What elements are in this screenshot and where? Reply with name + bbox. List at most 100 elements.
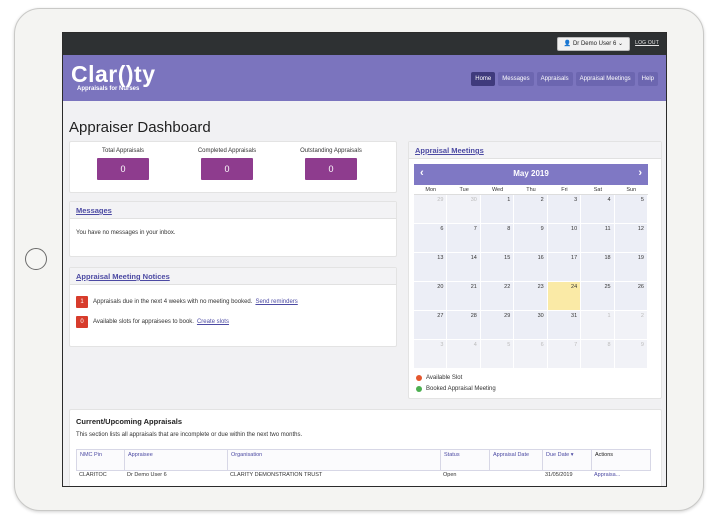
calendar-day-outside-month[interactable]: 30: [447, 195, 481, 224]
nav-messages[interactable]: Messages: [498, 72, 534, 86]
stat-value[interactable]: 0: [305, 158, 357, 180]
calendar-day[interactable]: 4: [581, 195, 615, 224]
calendar-day-outside-month[interactable]: 5: [480, 340, 515, 369]
column-status[interactable]: Status: [441, 450, 490, 470]
legend-label: Available Slot: [426, 375, 463, 381]
cell-actions-link[interactable]: Appraisa...: [591, 471, 649, 479]
stat-value[interactable]: 0: [201, 158, 253, 180]
calendar-header: ‹ May 2019 ›: [414, 164, 648, 185]
appraisals-table-header: NMC Pin Appraisee Organisation Status Ap…: [76, 449, 651, 471]
calendar-day[interactable]: 16: [514, 253, 548, 282]
panel-header: Messages: [70, 202, 396, 219]
calendar-day[interactable]: 12: [614, 224, 648, 253]
calendar-day[interactable]: 6: [414, 224, 448, 253]
app-header: Clar()ty Appraisals for Nurses Home Mess…: [63, 55, 666, 101]
nav-appraisals[interactable]: Appraisals: [536, 72, 573, 86]
weekday-header: Wed: [480, 185, 515, 195]
user-icon: 👤: [563, 41, 572, 47]
calendar-day[interactable]: 21: [447, 282, 481, 311]
calendar-day[interactable]: 29: [480, 311, 515, 340]
calendar-day[interactable]: 11: [581, 224, 615, 253]
nav-appraisal-meetings[interactable]: Appraisal Meetings: [575, 72, 635, 86]
calendar-day[interactable]: 20: [414, 282, 448, 311]
calendar-day[interactable]: 27: [414, 311, 448, 340]
notice-item: 1 Appraisals due in the next 4 weeks wit…: [76, 296, 298, 308]
calendar-day-outside-month[interactable]: 6: [514, 340, 548, 369]
create-slots-link[interactable]: Create slots: [197, 319, 229, 325]
nav-home[interactable]: Home: [471, 72, 496, 86]
calendar-day[interactable]: 22: [480, 282, 515, 311]
notice-count-badge: 1: [76, 296, 88, 308]
weekday-header: Tue: [447, 185, 481, 195]
cell-due-date: 31/05/2019: [545, 472, 573, 478]
calendar-day[interactable]: 9: [514, 224, 548, 253]
calendar-day[interactable]: 10: [547, 224, 582, 253]
calendar-day[interactable]: 24: [547, 282, 582, 311]
weekday-header: Sun: [614, 185, 648, 195]
send-reminders-link[interactable]: Send reminders: [255, 299, 297, 305]
logo[interactable]: Clar()ty: [71, 62, 156, 86]
column-nmc-pin[interactable]: NMC Pin: [77, 450, 125, 470]
nav-help[interactable]: Help: [637, 72, 658, 86]
column-due-date[interactable]: Due Date ▾: [543, 450, 592, 470]
appraisals-section-title: Current/Upcoming Appraisals: [76, 417, 182, 426]
stat-label: Total Appraisals: [101, 148, 145, 154]
calendar-day[interactable]: 25: [581, 282, 615, 311]
main-nav: Home Messages Appraisals Appraisal Meeti…: [471, 72, 658, 86]
calendar-day[interactable]: 19: [614, 253, 648, 282]
calendar-day[interactable]: 3: [547, 195, 582, 224]
calendar-day[interactable]: 17: [547, 253, 582, 282]
calendar-day[interactable]: 30: [514, 311, 548, 340]
logout-link[interactable]: LOG OUT: [635, 40, 659, 46]
weekday-header: Thu: [514, 185, 548, 195]
cell-organisation: CLARITY DEMONSTRATION TRUST: [230, 472, 323, 478]
stat-label: Completed Appraisals: [197, 148, 257, 154]
stat-outstanding-appraisals: Outstanding Appraisals 0: [286, 148, 376, 180]
top-bar: 👤 Dr Demo User 6 ⌄ LOG OUT: [63, 33, 666, 55]
panel-header: Appraisal Meeting Notices: [70, 268, 396, 285]
stat-completed-appraisals: Completed Appraisals 0: [182, 148, 272, 180]
calendar-day-outside-month[interactable]: 4: [447, 340, 481, 369]
calendar-day[interactable]: 18: [581, 253, 615, 282]
calendar-day[interactable]: 26: [614, 282, 648, 311]
calendar-grid: Mon Tue Wed Thu Fri Sat Sun 29 30 1 2 3 4 5 6 7 8 9 10 11 12…: [414, 185, 648, 369]
user-menu-dropdown[interactable]: 👤 Dr Demo User 6 ⌄: [556, 37, 630, 51]
notices-title-link[interactable]: Appraisal Meeting Notices: [76, 272, 170, 281]
panel-header: Appraisal Meetings: [409, 142, 661, 159]
calendar-day-outside-month[interactable]: 8: [581, 340, 615, 369]
column-organisation[interactable]: Organisation: [228, 450, 441, 470]
calendar-day[interactable]: 14: [447, 253, 481, 282]
calendar-day-outside-month[interactable]: 1: [581, 311, 615, 340]
calendar-day-outside-month[interactable]: 3: [414, 340, 448, 369]
calendar-day[interactable]: 23: [514, 282, 548, 311]
appraisal-meetings-title-link[interactable]: Appraisal Meetings: [415, 146, 484, 155]
appraisals-section-description: This section lists all appraisals that a…: [76, 432, 303, 438]
cell-appraisee: Dr Demo User 6: [127, 472, 167, 478]
calendar-day[interactable]: 15: [480, 253, 515, 282]
calendar-day[interactable]: 1: [480, 195, 515, 224]
chevron-right-icon[interactable]: ›: [638, 167, 642, 179]
calendar-day[interactable]: 5: [614, 195, 648, 224]
column-appraisal-date[interactable]: Appraisal Date: [490, 450, 543, 470]
calendar-day-outside-month[interactable]: 9: [614, 340, 648, 369]
available-slot-dot: [416, 375, 422, 381]
calendar-day[interactable]: 2: [514, 195, 548, 224]
calendar-day[interactable]: 31: [547, 311, 582, 340]
calendar-day-outside-month[interactable]: 2: [614, 311, 648, 340]
screen: 👤 Dr Demo User 6 ⌄ LOG OUT Clar()ty Appr…: [62, 32, 667, 487]
messages-panel: Messages You have no messages in your in…: [69, 201, 397, 257]
notice-text: Appraisals due in the next 4 weeks with …: [93, 299, 253, 305]
column-appraisee[interactable]: Appraisee: [125, 450, 228, 470]
legend-item: Booked Appraisal Meeting: [416, 386, 496, 392]
calendar-day[interactable]: 8: [480, 224, 515, 253]
calendar-day[interactable]: 28: [447, 311, 481, 340]
notice-item: 0 Available slots for appraisees to book…: [76, 316, 229, 328]
calendar-day[interactable]: 7: [447, 224, 481, 253]
calendar-day[interactable]: 13: [414, 253, 448, 282]
calendar-day-outside-month[interactable]: 7: [547, 340, 582, 369]
calendar-day-outside-month[interactable]: 29: [414, 195, 448, 224]
stat-value[interactable]: 0: [97, 158, 149, 180]
messages-title-link[interactable]: Messages: [76, 206, 112, 215]
table-row[interactable]: CLARITOC Dr Demo User 6 CLARITY DEMONSTR…: [76, 471, 651, 479]
notices-panel: Appraisal Meeting Notices 1 Appraisals d…: [69, 267, 397, 347]
